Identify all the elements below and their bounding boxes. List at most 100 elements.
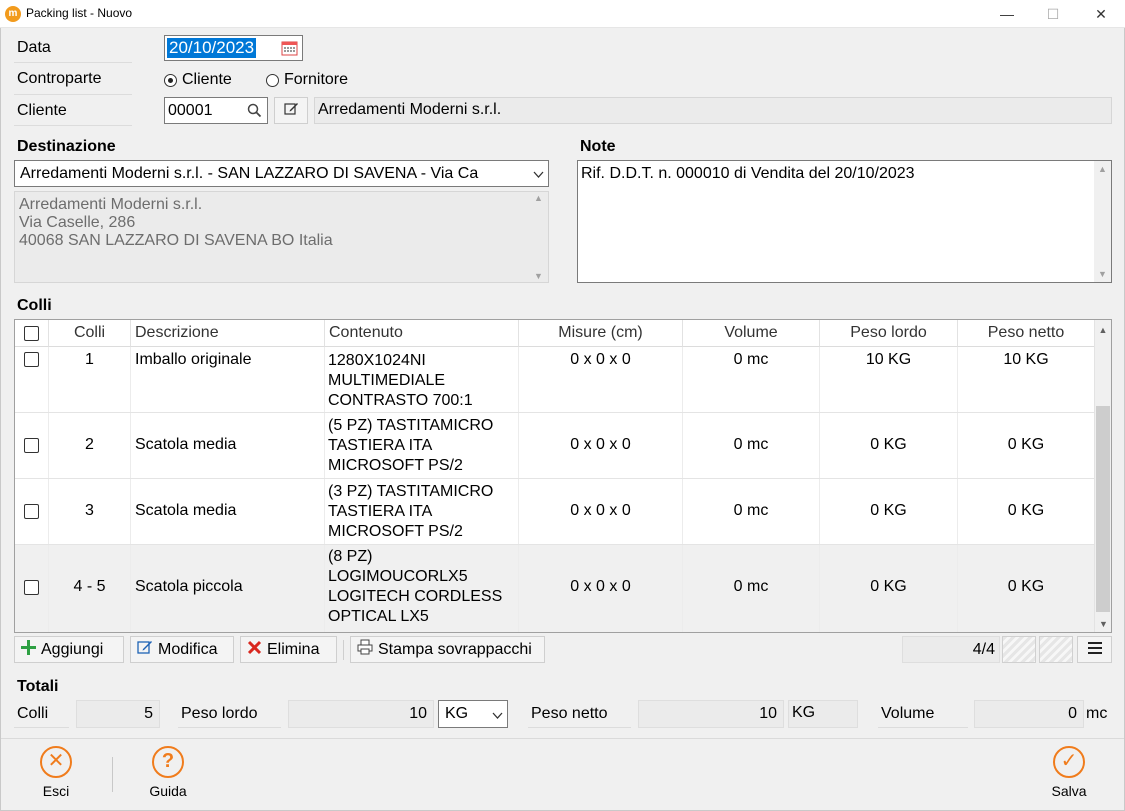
table-row[interactable]: 3 Scatola media (3 PZ) TASTITAMICRO TAST… [15,479,1095,545]
date-field[interactable]: 20/10/2023 [164,35,303,61]
exit-button[interactable]: ✕ Esci [30,746,82,804]
checkmark-icon: ✓ [1053,746,1085,778]
scroll-up-icon[interactable]: ▲ [530,193,547,203]
totali-peso-lordo-label: Peso lordo [178,700,281,728]
scroll-down-icon[interactable]: ▼ [530,271,547,281]
edit-icon [283,101,299,121]
col-header-misure[interactable]: Misure (cm) [519,320,683,347]
row-select-cell [15,413,49,478]
volume-cell: 0 mc [683,413,820,478]
contenuto-line: MICROSOFT PS/2 [328,457,463,474]
toolbar-divider [343,640,344,660]
row-select-cell [15,347,49,412]
scroll-up-icon[interactable]: ▲ [1094,161,1111,174]
help-question-icon: ? [152,746,184,778]
address-line-2: Via Caselle, 286 [19,214,136,231]
edit-cliente-button[interactable] [274,97,308,124]
row-checkbox[interactable] [24,504,39,519]
peso-lordo-unit-select[interactable]: KG [438,700,508,728]
table-row-selected[interactable]: 4 - 5 Scatola piccola (8 PZ) LOGIMOUCORL… [15,545,1095,632]
scroll-up-icon[interactable]: ▲ [1095,320,1111,335]
contenuto-line: 1280X1024NI [328,352,426,369]
search-icon[interactable] [247,103,262,123]
scrollbar-thumb[interactable] [1096,406,1110,612]
edit-button[interactable]: Modifica [130,636,234,663]
totali-colli-value: 5 [76,700,160,728]
col-header-peso-lordo[interactable]: Peso lordo [820,320,958,347]
radio-fornitore-indicator[interactable] [266,73,279,87]
col-header-descrizione[interactable]: Descrizione [131,320,325,347]
contenuto-cell: (5 PZ) TASTITAMICRO TASTIERA ITA MICROSO… [325,413,519,478]
table-scrollbar[interactable]: ▲ ▼ [1094,320,1111,632]
close-window-button[interactable]: ✕ [1078,0,1124,28]
volume-cell: 0 mc [683,347,820,412]
radio-cliente-indicator[interactable] [164,73,177,87]
colli-cell: 2 [49,413,131,478]
note-scrollbar[interactable]: ▲ ▼ [1094,161,1111,282]
totali-peso-netto-label: Peso netto [528,700,631,728]
peso-lordo-cell: 0 KG [820,545,958,632]
address-line-1: Arredamenti Moderni s.r.l. [19,196,203,213]
col-header-volume[interactable]: Volume [683,320,820,347]
calendar-icon[interactable] [281,40,298,56]
colli-cell: 1 [49,347,131,412]
data-label: Data [14,34,132,63]
print-overpack-button[interactable]: Stampa sovrappacchi [350,636,545,663]
contenuto-line: MICROSOFT PS/2 [328,523,463,540]
peso-netto-cell: 0 KG [958,545,1095,632]
peso-netto-cell: 0 KG [958,413,1095,478]
col-header-contenuto[interactable]: Contenuto [325,320,519,347]
title-bar: m Packing list - Nuovo — ☐ ✕ [0,0,1125,28]
scroll-down-icon[interactable]: ▼ [1094,269,1111,279]
contenuto-line: LOGIMOUCORLX5 [328,568,468,585]
print-overpack-button-label: Stampa sovrappacchi [378,640,532,658]
contenuto-cell: 1280X1024NI MULTIMEDIALE CONTRASTO 700:1 [325,347,519,412]
peso-lordo-cell: 0 KG [820,479,958,544]
address-scrollbar[interactable]: ▲ ▼ [530,193,547,281]
table-row[interactable]: 2 Scatola media (5 PZ) TASTITAMICRO TAST… [15,413,1095,479]
col-header-peso-netto[interactable]: Peso netto [958,320,1095,347]
peso-lordo-cell: 0 KG [820,413,958,478]
cliente-code-field[interactable]: 00001 [164,97,268,124]
scroll-down-icon[interactable]: ▼ [1095,619,1111,629]
window-title: Packing list - Nuovo [26,6,133,20]
misure-cell: 0 x 0 x 0 [519,479,683,544]
prev-page-button[interactable] [1002,636,1036,663]
contenuto-line: (3 PZ) TASTITAMICRO [328,483,494,500]
chevron-down-icon[interactable] [492,708,503,726]
row-select-cell [15,545,49,632]
select-all-header [15,320,49,347]
help-button[interactable]: ? Guida [142,746,194,804]
table-row[interactable]: 1 Imballo originale 1280X1024NI MULTIMED… [15,347,1095,413]
radio-fornitore-label: Fornitore [284,71,349,88]
col-header-colli[interactable]: Colli [49,320,131,347]
note-text: Rif. D.D.T. n. 000010 di Vendita del 20/… [581,165,915,182]
contenuto-line: LOGITECH CORDLESS [328,588,503,605]
save-button[interactable]: ✓ Salva [1043,746,1095,804]
radio-cliente[interactable]: Cliente [164,71,232,89]
row-checkbox[interactable] [24,580,39,595]
descrizione-cell: Scatola media [131,479,325,544]
radio-fornitore[interactable]: Fornitore [266,71,348,89]
delete-button[interactable]: Elimina [240,636,337,663]
cliente-name-field: Arredamenti Moderni s.r.l. [314,97,1112,124]
cliente-code-value: 00001 [168,102,213,119]
peso-lordo-cell: 10 KG [820,347,958,412]
volume-cell: 0 mc [683,545,820,632]
help-button-label: Guida [149,783,187,799]
note-textarea[interactable]: Rif. D.D.T. n. 000010 di Vendita del 20/… [577,160,1112,283]
next-page-button[interactable] [1039,636,1073,663]
maximize-button[interactable]: ☐ [1030,0,1076,28]
select-all-checkbox[interactable] [24,326,39,341]
add-button[interactable]: Aggiungi [14,636,124,663]
date-value: 20/10/2023 [167,38,257,58]
destinazione-select[interactable]: Arredamenti Moderni s.r.l. - SAN LAZZARO… [14,160,549,187]
peso-netto-cell: 0 KG [958,479,1095,544]
row-checkbox[interactable] [24,438,39,453]
menu-button[interactable] [1077,636,1112,663]
row-checkbox[interactable] [24,352,39,367]
edit-button-label: Modifica [158,640,218,658]
chevron-down-icon[interactable] [533,167,544,185]
minimize-button[interactable]: — [984,0,1030,28]
descrizione-cell: Scatola media [131,413,325,478]
